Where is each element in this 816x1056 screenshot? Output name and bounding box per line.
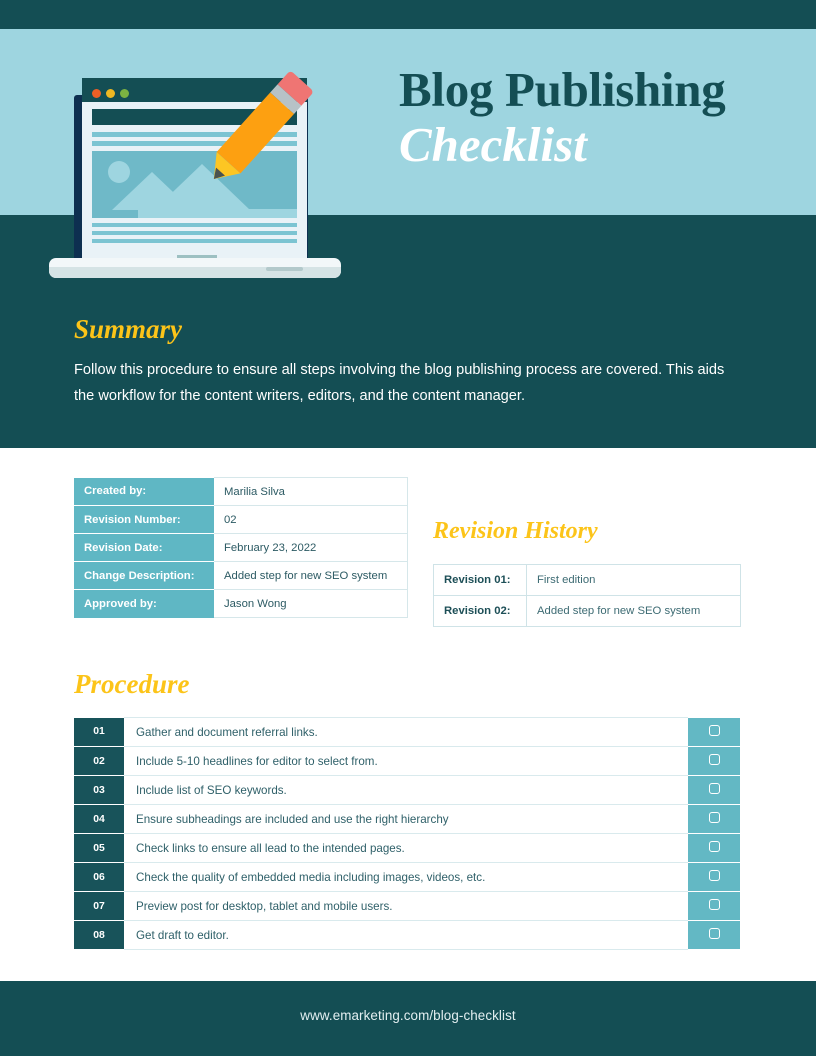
info-label-change-description: Change Description:	[74, 561, 214, 590]
revision-value-02: Added step for new SEO system	[526, 595, 741, 627]
step-number-02: 02	[74, 746, 124, 776]
table-row: Revision 01: First edition	[433, 564, 741, 596]
checkbox-icon[interactable]	[708, 841, 720, 852]
top-accent-band	[0, 0, 816, 29]
page-title-line1: Blog Publishing	[399, 62, 726, 117]
table-row: 06 Check the quality of embedded media i…	[74, 862, 740, 892]
step-checkbox-cell-02[interactable]	[688, 746, 740, 776]
info-value-revision-date: February 23, 2022	[214, 533, 408, 562]
page-text-line-icon	[92, 239, 297, 243]
step-checkbox-cell-04[interactable]	[688, 804, 740, 834]
info-label-created-by: Created by:	[74, 477, 214, 506]
step-number-04: 04	[74, 804, 124, 834]
browser-dot-yellow-icon	[106, 89, 115, 98]
step-number-08: 08	[74, 920, 124, 950]
checkbox-icon[interactable]	[708, 783, 720, 794]
step-text-01: Gather and document referral links.	[124, 717, 688, 747]
page-text-line-icon	[92, 223, 297, 227]
step-checkbox-cell-05[interactable]	[688, 833, 740, 863]
laptop-trackpad-icon	[266, 267, 303, 271]
table-row: 08 Get draft to editor.	[74, 920, 740, 950]
checkbox-icon[interactable]	[708, 928, 720, 939]
revision-history-table: Revision 01: First edition Revision 02: …	[433, 564, 741, 627]
checkbox-icon[interactable]	[708, 812, 720, 823]
summary-heading: Summary	[74, 314, 183, 344]
step-text-02: Include 5-10 headlines for editor to sel…	[124, 746, 688, 776]
table-row: 05 Check links to ensure all lead to the…	[74, 833, 740, 863]
step-text-05: Check links to ensure all lead to the in…	[124, 833, 688, 863]
step-checkbox-cell-03[interactable]	[688, 775, 740, 805]
page-image-placeholder-icon	[92, 151, 297, 218]
table-row: Revision Number: 02	[74, 505, 408, 534]
step-number-06: 06	[74, 862, 124, 892]
step-number-01: 01	[74, 717, 124, 747]
table-row: Revision 02: Added step for new SEO syst…	[433, 595, 741, 627]
browser-dot-green-icon	[120, 89, 129, 98]
step-checkbox-cell-01[interactable]	[688, 717, 740, 747]
step-text-07: Preview post for desktop, tablet and mob…	[124, 891, 688, 921]
image-ground-icon	[138, 209, 297, 218]
info-value-approved-by: Jason Wong	[214, 589, 408, 618]
revision-value-01: First edition	[526, 564, 741, 596]
page-text-line-icon	[92, 231, 297, 235]
revision-label-02: Revision 02:	[433, 595, 527, 627]
table-row: Change Description: Added step for new S…	[74, 561, 408, 590]
info-value-revision-number: 02	[214, 505, 408, 534]
procedure-checklist-table: 01 Gather and document referral links. 0…	[74, 717, 740, 950]
info-label-approved-by: Approved by:	[74, 589, 214, 618]
laptop-illustration	[46, 62, 346, 278]
checkbox-icon[interactable]	[708, 870, 720, 881]
info-value-change-description: Added step for new SEO system	[214, 561, 408, 590]
checkbox-icon[interactable]	[708, 754, 720, 765]
step-text-06: Check the quality of embedded media incl…	[124, 862, 688, 892]
table-row: 04 Ensure subheadings are included and u…	[74, 804, 740, 834]
checklist-page: Blog Publishing Checklist Summary Follow…	[0, 0, 816, 1056]
page-title: Blog Publishing Checklist	[399, 63, 799, 173]
info-value-created-by: Marilia Silva	[214, 477, 408, 506]
summary-text: Follow this procedure to ensure all step…	[74, 362, 725, 404]
step-text-08: Get draft to editor.	[124, 920, 688, 950]
document-info-table: Created by: Marilia Silva Revision Numbe…	[74, 477, 408, 618]
step-checkbox-cell-06[interactable]	[688, 862, 740, 892]
table-row: 01 Gather and document referral links.	[74, 717, 740, 747]
revision-history-heading: Revision History	[433, 518, 598, 544]
table-row: Created by: Marilia Silva	[74, 477, 408, 506]
table-row: Revision Date: February 23, 2022	[74, 533, 408, 562]
info-label-revision-number: Revision Number:	[74, 505, 214, 534]
footer-url[interactable]: www.emarketing.com/blog-checklist	[0, 1008, 816, 1023]
table-row: 03 Include list of SEO keywords.	[74, 775, 740, 805]
step-number-03: 03	[74, 775, 124, 805]
table-row: Approved by: Jason Wong	[74, 589, 408, 618]
browser-dot-red-icon	[92, 89, 101, 98]
checkbox-icon[interactable]	[708, 899, 720, 910]
table-row: 07 Preview post for desktop, tablet and …	[74, 891, 740, 921]
revision-label-01: Revision 01:	[433, 564, 527, 596]
step-number-05: 05	[74, 833, 124, 863]
step-text-03: Include list of SEO keywords.	[124, 775, 688, 805]
procedure-heading: Procedure	[74, 669, 190, 699]
step-checkbox-cell-08[interactable]	[688, 920, 740, 950]
step-checkbox-cell-07[interactable]	[688, 891, 740, 921]
checkbox-icon[interactable]	[708, 724, 720, 736]
table-row: 02 Include 5-10 headlines for editor to …	[74, 746, 740, 776]
step-number-07: 07	[74, 891, 124, 921]
page-title-line2: Checklist	[399, 117, 587, 172]
info-label-revision-date: Revision Date:	[74, 533, 214, 562]
step-text-04: Ensure subheadings are included and use …	[124, 804, 688, 834]
